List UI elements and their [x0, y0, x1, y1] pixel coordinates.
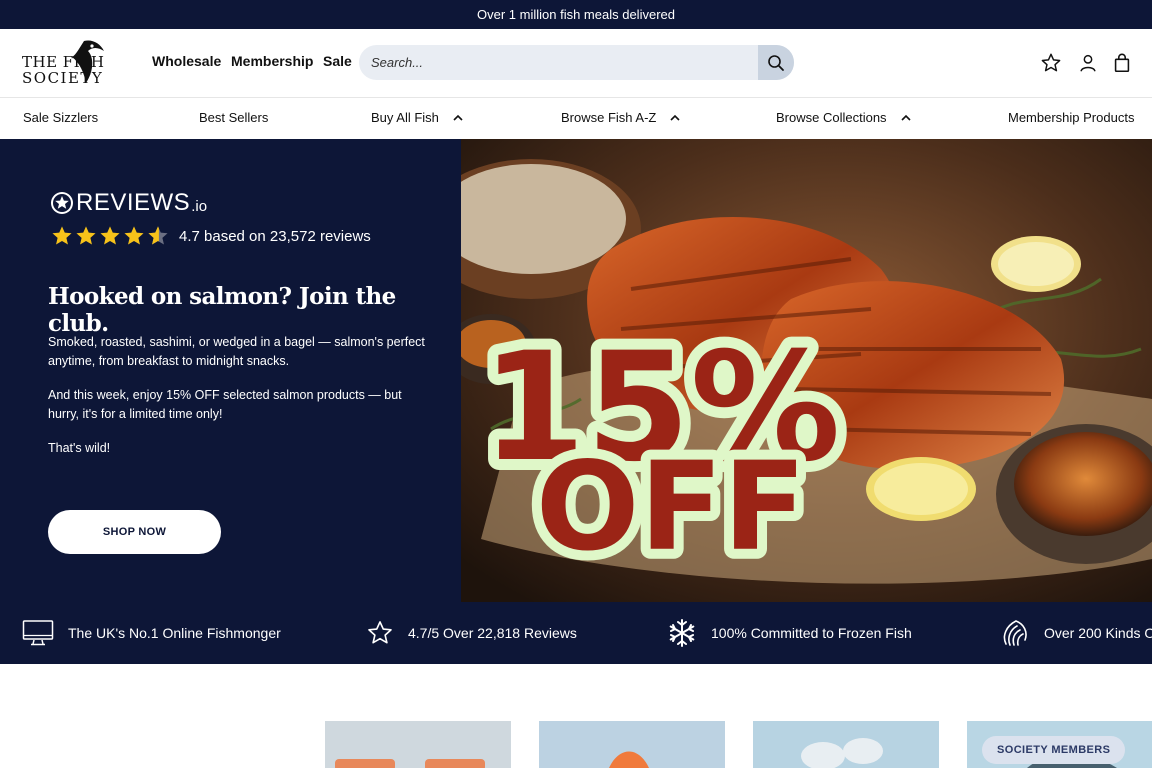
product-image: [753, 721, 939, 768]
usp-strip: The UK's No.1 Online Fishmonger 4.7/5 Ov…: [0, 602, 1152, 664]
hero-content: REVIEWS .io 4.7 based on 23,572 reviews …: [0, 139, 461, 602]
category-label: Best Sellers: [199, 110, 269, 125]
star-filled-icon: [52, 226, 72, 245]
star-filled-icon: [124, 226, 144, 245]
usp-text: 100% Committed to Frozen Fish: [711, 625, 912, 641]
snowflake-icon: [669, 619, 695, 647]
category-label: Browse Collections: [776, 110, 887, 125]
usp-item: 4.7/5 Over 22,818 Reviews: [366, 602, 577, 664]
cart-button[interactable]: [1110, 51, 1134, 75]
hero-paragraph-2: And this week, enjoy 15% OFF selected sa…: [48, 388, 402, 421]
search-icon: [768, 54, 784, 71]
hero-title: Hooked on salmon? Join the club.: [48, 283, 396, 337]
hero-image-salmon-promo[interactable]: 15% 15% OFF OFF: [461, 139, 1152, 602]
user-icon: [1080, 54, 1096, 72]
rating-summary: 4.7 based on 23,572 reviews: [179, 227, 371, 245]
product-grid: SOCIETY MEMBERS: [0, 664, 1152, 768]
shop-now-button[interactable]: SHOP NOW: [48, 510, 221, 554]
nav-wholesale[interactable]: Wholesale: [152, 53, 221, 69]
star-filled-icon: [76, 226, 96, 245]
chevron-up-icon: [453, 114, 463, 121]
category-label: Membership Products: [1008, 110, 1135, 125]
product-card[interactable]: SOCIETY MEMBERS: [967, 721, 1152, 768]
announcement-bar: Over 1 million fish meals delivered: [0, 0, 1152, 29]
fish-scale-icon: [1003, 620, 1027, 646]
fish-logo-icon: [72, 40, 104, 83]
chevron-up-icon: [670, 114, 680, 121]
usp-item: The UK's No.1 Online Fishmonger: [22, 602, 281, 664]
star-filled-icon: [100, 226, 120, 245]
category-nav: Sale Sizzlers Best Sellers Buy All Fish …: [0, 97, 1152, 139]
star-outline-icon: [368, 621, 392, 644]
hero-banner: REVIEWS .io 4.7 based on 23,572 reviews …: [0, 139, 1152, 602]
search-bar: [359, 45, 794, 80]
product-card[interactable]: [325, 721, 511, 768]
reviews-io-logo: REVIEWS .io: [50, 189, 207, 217]
hero-paragraph-3: That's wild!: [48, 441, 111, 455]
product-card[interactable]: [539, 721, 725, 768]
nav-membership[interactable]: Membership: [231, 53, 313, 69]
bag-icon: [1114, 53, 1130, 73]
category-buy-all-fish[interactable]: Buy All Fish: [371, 110, 463, 125]
category-best-sellers[interactable]: Best Sellers: [199, 110, 268, 125]
category-browse-collections[interactable]: Browse Collections: [776, 110, 911, 125]
brand-logo[interactable]: THE FISH SOCIETY: [22, 37, 126, 89]
product-card[interactable]: [753, 721, 939, 768]
salmon-dish-image: 15% 15% OFF OFF: [461, 139, 1152, 602]
category-label: Browse Fish A-Z: [561, 110, 657, 125]
usp-text: 4.7/5 Over 22,818 Reviews: [408, 625, 577, 641]
search-input[interactable]: [371, 45, 751, 80]
product-image: [325, 721, 511, 768]
reviews-brand-text: REVIEWS: [76, 189, 191, 216]
star-half-icon: [148, 226, 168, 245]
monitor-icon: [22, 620, 54, 646]
chevron-up-icon: [900, 114, 911, 121]
reviews-brand-suffix: .io: [191, 197, 208, 215]
usp-text: The UK's No.1 Online Fishmonger: [68, 625, 281, 641]
category-browse-fish-a-z[interactable]: Browse Fish A-Z: [561, 110, 680, 125]
star-icon: [1041, 53, 1061, 72]
society-members-badge: SOCIETY MEMBERS: [982, 736, 1126, 764]
usp-text: Over 200 Kinds Of: [1044, 625, 1152, 641]
account-button[interactable]: [1076, 51, 1100, 75]
hero-paragraph-1: Smoked, roasted, sashimi, or wedged in a…: [48, 335, 425, 368]
category-label: Buy All Fish: [371, 110, 439, 125]
category-label: Sale Sizzlers: [23, 110, 99, 125]
product-image: [539, 721, 725, 768]
wishlist-button[interactable]: [1039, 51, 1063, 75]
search-button[interactable]: [758, 45, 794, 80]
star-rating: 4.7 based on 23,572 reviews: [51, 225, 371, 247]
usp-item: 100% Committed to Frozen Fish: [667, 602, 912, 664]
category-membership-products[interactable]: Membership Products: [1008, 110, 1134, 125]
category-sale-sizzlers[interactable]: Sale Sizzlers: [23, 110, 98, 125]
promo-off-text: OFF: [536, 436, 806, 578]
nav-sale[interactable]: Sale: [323, 53, 352, 69]
usp-item: Over 200 Kinds Of: [1000, 602, 1152, 664]
site-header: THE FISH SOCIETY Wholesale Membership Sa…: [0, 29, 1152, 97]
reviews-badge-icon: [51, 192, 73, 214]
